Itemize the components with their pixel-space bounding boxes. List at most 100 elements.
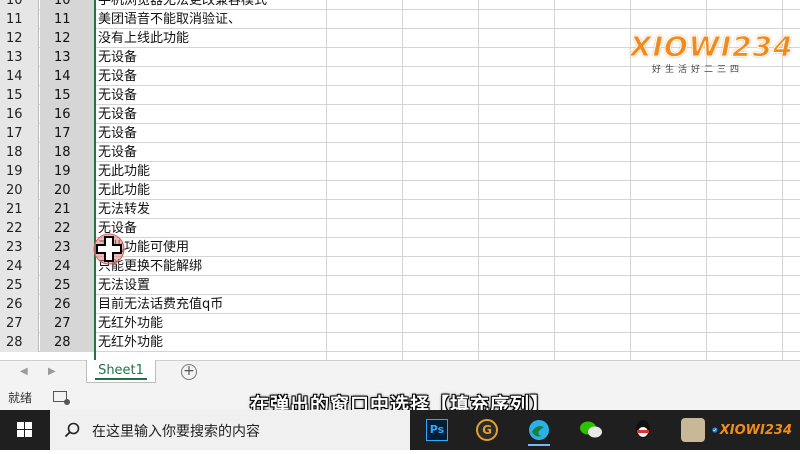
table-row[interactable]: 26 26 目前无法话费充值q币 bbox=[0, 295, 800, 314]
cell-b[interactable]: 只能更换不能解绑 bbox=[96, 257, 328, 276]
checkmark-badge-icon bbox=[712, 427, 718, 433]
game-app-icon[interactable] bbox=[676, 414, 710, 446]
row-header[interactable]: 18 bbox=[0, 143, 39, 162]
cell-a[interactable]: 20 bbox=[40, 181, 95, 200]
row-header[interactable]: 22 bbox=[0, 219, 39, 238]
edge-browser-icon[interactable] bbox=[522, 414, 556, 446]
row-header[interactable]: 28 bbox=[0, 333, 39, 352]
logo-text: XIOWI234 bbox=[630, 30, 794, 64]
cell-b[interactable]: 无设备 bbox=[96, 105, 328, 124]
row-header[interactable]: 24 bbox=[0, 257, 39, 276]
photoshop-app-icon[interactable]: Ps bbox=[420, 414, 454, 446]
logo-subtitle: 好生活好二三四 bbox=[652, 65, 744, 75]
next-sheet-arrow-icon[interactable]: ▶ bbox=[48, 366, 56, 377]
cell-b[interactable]: 无法设置 bbox=[96, 276, 328, 295]
sheet-tab-sheet1[interactable]: Sheet1 bbox=[86, 360, 156, 383]
cell-a[interactable]: 26 bbox=[40, 295, 95, 314]
taskbar-logo-text: XIOWI234 bbox=[719, 422, 792, 438]
table-row[interactable]: 27 27 无红外功能 bbox=[0, 314, 800, 333]
table-row[interactable]: 11 11 美团语音不能取消验证、 bbox=[0, 10, 800, 29]
cell-b[interactable]: 手机浏览器无法更改兼容模式 bbox=[96, 0, 328, 10]
cell-b[interactable]: 无红外功能 bbox=[96, 314, 328, 333]
cell-a[interactable]: 15 bbox=[40, 86, 95, 105]
row-header[interactable]: 16 bbox=[0, 105, 39, 124]
cell-a[interactable]: 24 bbox=[40, 257, 95, 276]
search-icon bbox=[64, 422, 80, 438]
row-header[interactable]: 13 bbox=[0, 48, 39, 67]
cell-a[interactable]: 22 bbox=[40, 219, 95, 238]
cell-b[interactable]: 美团语音不能取消验证、 bbox=[96, 10, 328, 29]
table-row[interactable]: 19 19 无此功能 bbox=[0, 162, 800, 181]
row-header[interactable]: 11 bbox=[0, 10, 39, 29]
cell-a[interactable]: 21 bbox=[40, 200, 95, 219]
cell-a[interactable]: 14 bbox=[40, 67, 95, 86]
cell-b[interactable]: 无设备 bbox=[96, 48, 328, 67]
selection-border bbox=[94, 0, 96, 360]
cell-a[interactable]: 28 bbox=[40, 333, 95, 352]
spreadsheet-grid[interactable]: 10 10 手机浏览器无法更改兼容模式 11 11 美团语音不能取消验证、 12 12 没有上线… bbox=[0, 0, 800, 360]
cell-b[interactable]: 无设备 bbox=[96, 219, 328, 238]
cell-b[interactable]: 无设备 bbox=[96, 143, 328, 162]
add-sheet-button[interactable]: + bbox=[181, 364, 197, 380]
cell-a[interactable]: 25 bbox=[40, 276, 95, 295]
game-avatar-icon bbox=[681, 418, 705, 442]
grammarly-label: G bbox=[476, 419, 498, 441]
cell-b[interactable]: 无此功能可使用 bbox=[96, 238, 328, 257]
qq-penguin-icon bbox=[636, 420, 650, 438]
table-row[interactable]: 18 18 无设备 bbox=[0, 143, 800, 162]
cell-b[interactable]: 无此功能 bbox=[96, 162, 328, 181]
table-row[interactable]: 25 25 无法设置 bbox=[0, 276, 800, 295]
cell-b[interactable]: 无设备 bbox=[96, 86, 328, 105]
row-header[interactable]: 15 bbox=[0, 86, 39, 105]
cell-b[interactable]: 无红外功能 bbox=[96, 333, 328, 352]
row-header[interactable]: 17 bbox=[0, 124, 39, 143]
table-row[interactable]: 17 17 无设备 bbox=[0, 124, 800, 143]
windows-logo-icon bbox=[17, 422, 32, 437]
windows-taskbar: 在这里输入你要搜索的内容 Ps G XIOWI234 bbox=[0, 410, 800, 450]
cell-a[interactable]: 10 bbox=[40, 0, 95, 10]
cell-a[interactable]: 11 bbox=[40, 10, 95, 29]
cell-a[interactable]: 27 bbox=[40, 314, 95, 333]
cell-b[interactable]: 无设备 bbox=[96, 67, 328, 86]
cell-a[interactable]: 23 bbox=[40, 238, 95, 257]
wechat-icon bbox=[580, 421, 602, 438]
prev-sheet-arrow-icon[interactable]: ◀ bbox=[20, 366, 28, 377]
row-header[interactable]: 26 bbox=[0, 295, 39, 314]
table-row[interactable]: 21 21 无法转发 bbox=[0, 200, 800, 219]
cell-b[interactable]: 无此功能 bbox=[96, 181, 328, 200]
cell-a[interactable]: 13 bbox=[40, 48, 95, 67]
wechat-app-icon[interactable] bbox=[574, 414, 608, 446]
table-row[interactable]: 28 28 无红外功能 bbox=[0, 333, 800, 352]
row-header[interactable]: 20 bbox=[0, 181, 39, 200]
row-header[interactable]: 12 bbox=[0, 29, 39, 48]
row-header[interactable]: 19 bbox=[0, 162, 39, 181]
qq-app-icon[interactable] bbox=[626, 414, 660, 446]
row-header[interactable]: 10 bbox=[0, 0, 39, 10]
table-row[interactable]: 10 10 手机浏览器无法更改兼容模式 bbox=[0, 0, 800, 10]
taskbar-search-box[interactable]: 在这里输入你要搜索的内容 bbox=[50, 410, 410, 450]
table-row[interactable]: 20 20 无此功能 bbox=[0, 181, 800, 200]
row-header[interactable]: 23 bbox=[0, 238, 39, 257]
row-header[interactable]: 25 bbox=[0, 276, 39, 295]
table-row[interactable]: 15 15 无设备 bbox=[0, 86, 800, 105]
watermark-logo: XIOWI234 好生活好二三四 bbox=[630, 30, 794, 76]
grammarly-app-icon[interactable]: G bbox=[470, 414, 504, 446]
row-header[interactable]: 27 bbox=[0, 314, 39, 333]
row-header[interactable]: 14 bbox=[0, 67, 39, 86]
cell-b[interactable]: 目前无法话费充值q币 bbox=[96, 295, 328, 314]
cell-b[interactable]: 没有上线此功能 bbox=[96, 29, 328, 48]
cell-b[interactable]: 无法转发 bbox=[96, 200, 328, 219]
cell-a[interactable]: 19 bbox=[40, 162, 95, 181]
cell-a[interactable]: 18 bbox=[40, 143, 95, 162]
table-row[interactable]: 16 16 无设备 bbox=[0, 105, 800, 124]
search-placeholder: 在这里输入你要搜索的内容 bbox=[92, 424, 260, 440]
fill-cursor-icon bbox=[93, 233, 125, 265]
xiaowi-app-icon[interactable]: XIOWI234 bbox=[712, 414, 792, 446]
cell-a[interactable]: 16 bbox=[40, 105, 95, 124]
start-button[interactable] bbox=[0, 410, 50, 450]
row-header[interactable]: 21 bbox=[0, 200, 39, 219]
cell-a[interactable]: 12 bbox=[40, 29, 95, 48]
cell-a[interactable]: 17 bbox=[40, 124, 95, 143]
cell-b[interactable]: 无设备 bbox=[96, 124, 328, 143]
edge-icon bbox=[529, 420, 549, 440]
